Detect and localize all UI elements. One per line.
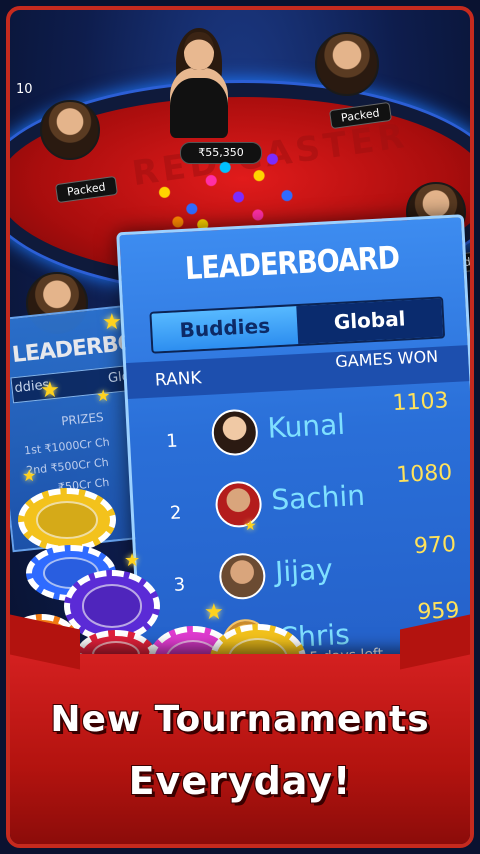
player-avatar[interactable] <box>315 32 379 96</box>
tab-global[interactable]: Global <box>296 298 444 345</box>
star-icon: ★ <box>204 600 224 625</box>
leaderboard-title: LEADERBOARD <box>184 240 400 288</box>
player-name: Sachin <box>270 478 366 517</box>
rank-column-header: RANK <box>154 368 203 391</box>
rank-number: 3 <box>173 574 186 596</box>
star-icon: ★ <box>244 518 257 534</box>
star-icon: ★ <box>96 386 111 405</box>
star-icon: ★ <box>124 550 141 571</box>
dealer-avatar <box>158 28 238 138</box>
banner-subheadline: Everyday! <box>128 759 352 803</box>
yellow-chip <box>18 488 116 552</box>
games-won-score: 970 <box>413 532 457 560</box>
banner-headline: New Tournaments <box>50 699 430 740</box>
star-icon: ★ <box>40 378 60 403</box>
player-name: Jijay <box>274 552 334 589</box>
leaderboard-tabs: Buddies Global <box>149 296 446 354</box>
rank-number: 2 <box>169 502 182 524</box>
prizes-label: PRIZES <box>60 409 105 429</box>
promo-banner: New Tournaments Everyday! <box>10 614 470 844</box>
star-icon: ★ <box>102 310 122 335</box>
player-name: Kunal <box>266 407 346 445</box>
games-won-column-header: GAMES WON <box>334 346 439 372</box>
games-won-score: 1103 <box>391 388 450 417</box>
games-won-score: 1080 <box>395 460 453 489</box>
leaderboard-panel: LEADERBOARD Buddies Global RANK GAMES WO… <box>116 214 470 693</box>
player-avatar[interactable] <box>40 100 100 160</box>
tab-buddies[interactable]: Buddies <box>151 306 299 352</box>
player-avatar <box>218 552 267 601</box>
prize-row: 1st ₹1000Cr Ch <box>23 435 111 458</box>
game-screen: 10 RED CASTER ₹55,350 Packed Packed cked… <box>6 6 474 848</box>
star-icon: ★ <box>22 466 37 485</box>
rank-number: 1 <box>165 430 179 453</box>
prize-row: 2nd ₹500Cr Ch <box>25 455 110 478</box>
player-avatar <box>210 408 259 457</box>
seat-number: 10 <box>16 82 33 97</box>
